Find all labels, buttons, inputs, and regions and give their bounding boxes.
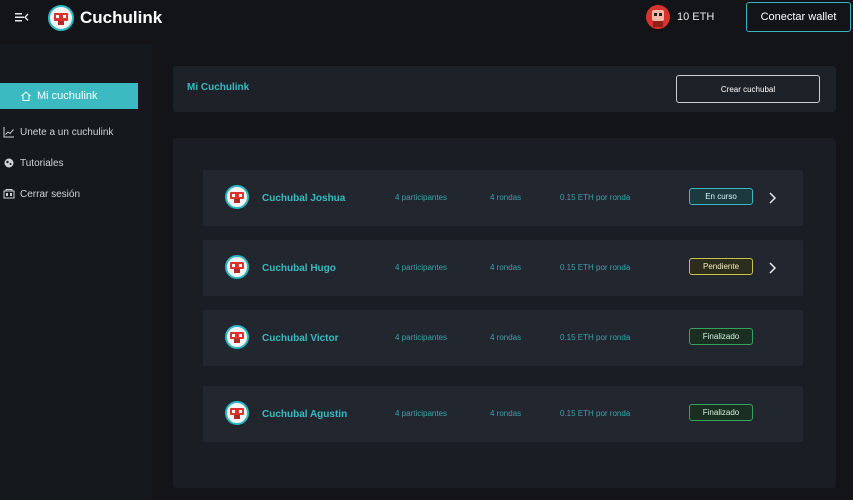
sidebar-item-label: Unete a un cuchulink — [20, 126, 114, 138]
cuchubal-row[interactable]: Cuchubal Victor 4 participantes 4 rondas… — [203, 310, 803, 366]
cuchubal-avatar — [225, 255, 249, 279]
cuchubal-list: Cuchubal Joshua 4 participantes 4 rondas… — [173, 138, 836, 488]
cuchubal-row[interactable]: Cuchubal Joshua 4 participantes 4 rondas… — [203, 170, 803, 226]
participants-count: 4 participantes — [395, 333, 448, 342]
price-per-round: 0.15 ETH por ronda — [560, 409, 631, 418]
user-avatar[interactable] — [646, 5, 670, 29]
page-title: Mi Cuchulink — [187, 82, 250, 93]
connect-wallet-button[interactable]: Conectar wallet — [746, 2, 851, 32]
cuchulink-logo-icon — [48, 5, 74, 31]
participants-count: 4 participantes — [395, 193, 448, 202]
status-badge: Finalizado — [689, 404, 753, 421]
rounds-count: 4 rondas — [490, 263, 522, 272]
create-cuchubal-button[interactable]: Crear cuchubal — [676, 75, 820, 103]
home-icon — [20, 90, 32, 102]
sidebar-item-unete[interactable]: Unete a un cuchulink — [3, 121, 113, 143]
rounds-count: 4 rondas — [490, 193, 522, 202]
menu-toggle-icon[interactable] — [14, 10, 30, 24]
cuchubal-name: Cuchubal Joshua — [262, 193, 346, 204]
sidebar-item-label: Mi cuchulink — [37, 90, 98, 102]
sidebar-item-label: Cerrar sesión — [20, 188, 81, 200]
sidebar-item-mi-cuchulink[interactable]: Mi cuchulink — [0, 83, 138, 109]
price-per-round: 0.15 ETH por ronda — [560, 333, 631, 342]
main-header: Mi Cuchulink Crear cuchubal — [173, 66, 836, 112]
cuchubal-row[interactable]: Cuchubal Agustin 4 participantes 4 ronda… — [203, 386, 803, 442]
status-badge: Pendiente — [689, 258, 753, 275]
cuchubal-avatar — [225, 401, 249, 425]
rounds-count: 4 rondas — [490, 409, 522, 418]
chart-line-icon — [3, 126, 15, 138]
cuchubal-avatar — [225, 325, 249, 349]
chevron-right-icon[interactable] — [767, 261, 777, 275]
eth-balance: 10 ETH — [677, 11, 715, 23]
participants-count: 4 participantes — [395, 263, 448, 272]
cuchubal-avatar — [225, 185, 249, 209]
logout-icon — [3, 188, 15, 200]
tutorial-icon — [3, 157, 15, 169]
participants-count: 4 participantes — [395, 409, 448, 418]
sidebar-item-label: Tutoriales — [20, 157, 64, 169]
sidebar-item-cerrar-sesion[interactable]: Cerrar sesión — [3, 183, 80, 205]
price-per-round: 0.15 ETH por ronda — [560, 193, 631, 202]
top-bar: Cuchulink 10 ETH Conectar wallet — [0, 0, 853, 36]
rounds-count: 4 rondas — [490, 333, 522, 342]
sidebar-item-tutoriales[interactable]: Tutoriales — [3, 152, 64, 174]
cuchubal-name: Cuchubal Victor — [262, 333, 339, 344]
brand[interactable]: Cuchulink — [48, 5, 162, 31]
cuchubal-name: Cuchubal Hugo — [262, 263, 336, 274]
sidebar: Mi cuchulink Unete a un cuchulink Tutori… — [0, 44, 152, 500]
chevron-right-icon[interactable] — [767, 191, 777, 205]
app-title: Cuchulink — [80, 8, 163, 27]
price-per-round: 0.15 ETH por ronda — [560, 263, 631, 272]
cuchubal-row[interactable]: Cuchubal Hugo 4 participantes 4 rondas 0… — [203, 240, 803, 296]
cuchubal-name: Cuchubal Agustin — [262, 409, 348, 420]
status-badge: En curso — [689, 188, 753, 205]
status-badge: Finalizado — [689, 328, 753, 345]
